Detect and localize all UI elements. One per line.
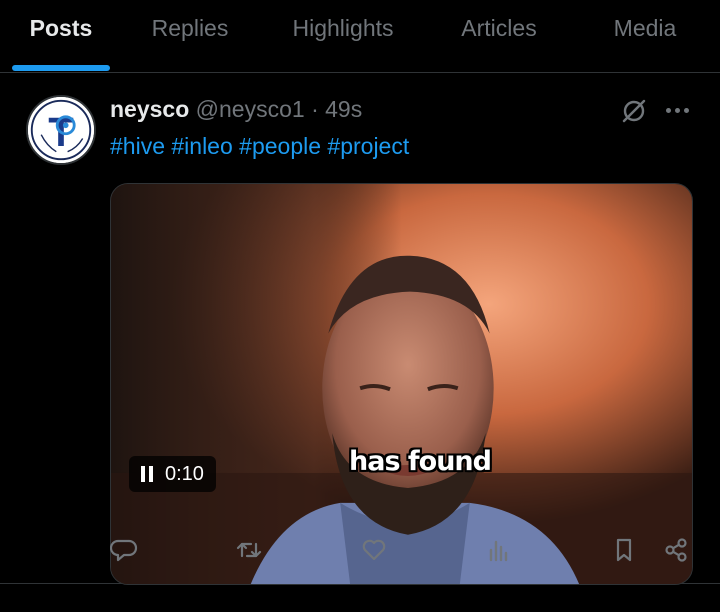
- tab-label: Posts: [29, 15, 93, 41]
- video-timer[interactable]: 0:10: [129, 456, 216, 492]
- bookmark-icon[interactable]: [604, 530, 644, 570]
- pause-icon[interactable]: [141, 466, 153, 482]
- post-time[interactable]: 49s: [325, 96, 362, 122]
- views-icon[interactable]: [478, 530, 518, 570]
- author-handle[interactable]: @neysco1: [196, 96, 305, 122]
- hashtag-link[interactable]: #inleo: [171, 133, 232, 159]
- tab-highlights[interactable]: Highlights: [258, 0, 428, 73]
- reply-icon[interactable]: [104, 530, 144, 570]
- tab-posts[interactable]: Posts: [0, 0, 122, 73]
- tab-label: Articles: [461, 15, 537, 41]
- video-frame-image: [111, 184, 692, 584]
- tab-label: Media: [613, 15, 677, 41]
- grok-icon[interactable]: [620, 97, 648, 125]
- video-caption: has found: [349, 446, 492, 477]
- hashtag-link[interactable]: #project: [327, 133, 409, 159]
- avatar-logo-image: [28, 97, 94, 163]
- share-icon[interactable]: [656, 530, 696, 570]
- avatar[interactable]: [26, 95, 96, 165]
- hashtag-link[interactable]: #hive: [110, 133, 165, 159]
- post-actions: [0, 530, 720, 570]
- like-icon[interactable]: [354, 530, 394, 570]
- tab-label: Replies: [151, 15, 229, 41]
- more-options-icon[interactable]: [662, 96, 692, 124]
- author-name[interactable]: neysco: [110, 96, 189, 122]
- post-hashtags: #hive #inleo #people #project: [110, 133, 409, 160]
- tab-media[interactable]: Media: [570, 0, 720, 73]
- post-header: neysco @neysco1 · 49s: [110, 96, 362, 123]
- tab-label: Highlights: [292, 15, 394, 41]
- separator-dot: ·: [311, 96, 319, 122]
- profile-tabs: Posts Replies Highlights Articles Media: [0, 0, 720, 73]
- hashtag-link[interactable]: #people: [239, 133, 321, 159]
- video-timestamp: 0:10: [165, 462, 204, 485]
- repost-icon[interactable]: [229, 530, 269, 570]
- tab-articles[interactable]: Articles: [428, 0, 570, 73]
- post[interactable]: neysco @neysco1 · 49s #hive #inleo #peop…: [0, 74, 720, 585]
- video-player[interactable]: has found 0:10: [110, 183, 693, 585]
- tab-replies[interactable]: Replies: [122, 0, 258, 73]
